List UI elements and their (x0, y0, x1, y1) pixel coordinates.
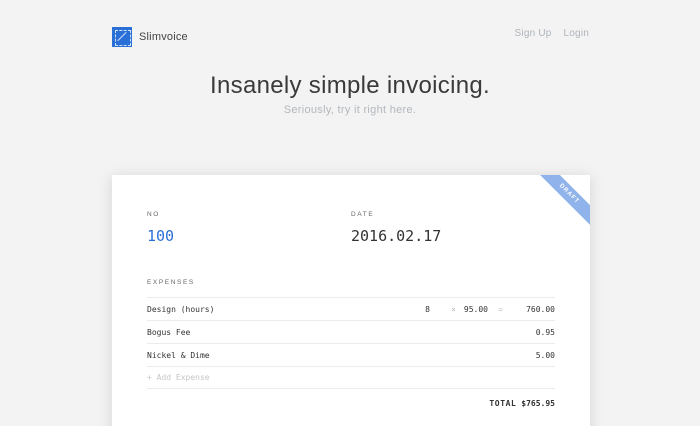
expense-description[interactable]: Design (hours) (147, 305, 214, 314)
expense-row[interactable]: Bogus Fee 0.95 (147, 320, 555, 343)
expense-row[interactable]: Design (hours) 8 × 95.00 = 760.00 (147, 297, 555, 320)
expense-quantity[interactable]: 8 (425, 305, 430, 314)
expense-row[interactable]: Nickel & Dime 5.00 (147, 343, 555, 366)
expense-list: Design (hours) 8 × 95.00 = 760.00 Bogus … (147, 297, 555, 389)
hero-title: Insanely simple invoicing. (210, 72, 490, 99)
invoice-date-value[interactable]: 2016.02.17 (351, 227, 441, 245)
brand-name: Slimvoice (139, 31, 188, 43)
slimvoice-logo-icon (112, 27, 132, 47)
total-label: TOTAL (489, 399, 517, 408)
top-nav: Sign Up Login (515, 28, 589, 39)
expense-rate[interactable]: 95.00 (464, 305, 488, 314)
page: Slimvoice Sign Up Login Insanely simple … (0, 0, 700, 426)
hero-subtitle: Seriously, try it right here. (283, 104, 417, 116)
expense-amount[interactable]: 0.95 (536, 328, 555, 337)
invoice-total: TOTAL $765.95 (489, 399, 555, 408)
expense-description[interactable]: Nickel & Dime (147, 351, 210, 360)
draft-ribbon: DRAFT (532, 175, 590, 231)
signup-link[interactable]: Sign Up (515, 28, 552, 39)
expenses-label: EXPENSES (147, 279, 195, 286)
equals-sign: = (498, 304, 503, 314)
invoice-date-label: DATE (351, 211, 375, 218)
total-value: $765.95 (521, 399, 555, 408)
invoice-number-label: NO (147, 211, 160, 218)
multiply-sign: × (451, 304, 456, 314)
login-link[interactable]: Login (564, 28, 589, 39)
expense-amount: 760.00 (526, 304, 555, 314)
add-expense-button[interactable]: + Add Expense (147, 366, 555, 389)
add-expense-label: + Add Expense (147, 373, 210, 382)
invoice-card: DRAFT NO 100 DATE 2016.02.17 EXPENSES De… (112, 175, 590, 426)
expense-amount[interactable]: 5.00 (536, 351, 555, 360)
invoice-number-value[interactable]: 100 (147, 227, 174, 245)
brand[interactable]: Slimvoice (112, 27, 188, 47)
expense-description[interactable]: Bogus Fee (147, 328, 190, 337)
